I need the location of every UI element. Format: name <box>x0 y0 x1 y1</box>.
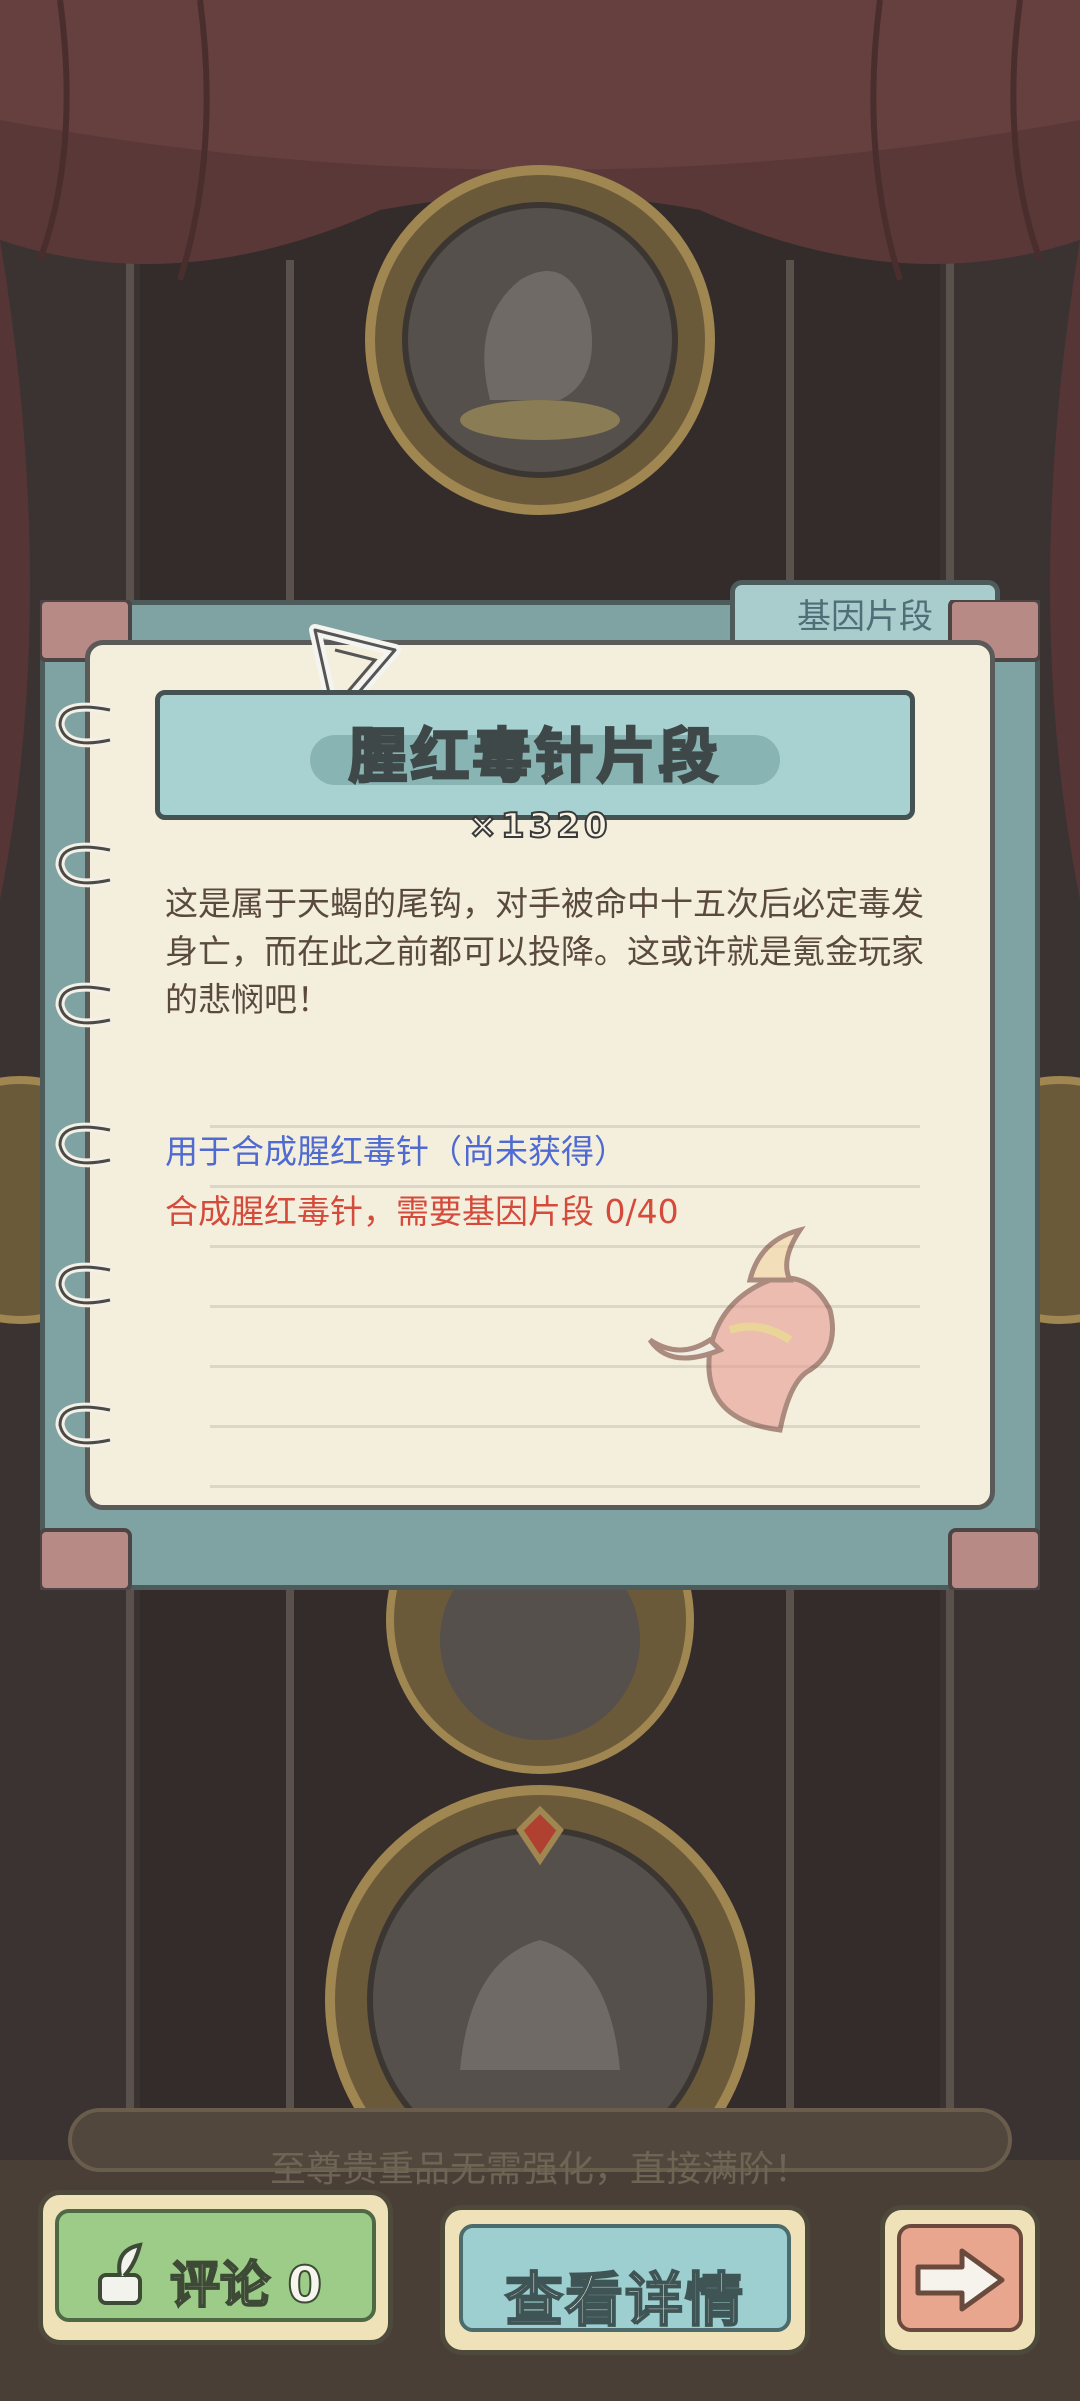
spiral-rings <box>55 702 111 1448</box>
gene-fragment-card: 基因片段 腥红毒针片段 ×1320 这是属于天蝎的尾钩，对手被命中十五次后必定毒… <box>40 580 1040 1590</box>
view-details-label: 查看详情 <box>504 2265 745 2335</box>
item-description: 这是属于天蝎的尾钩，对手被命中十五次后必定毒发身亡，而在此之前都可以投降。这或许… <box>165 884 924 1019</box>
stinger-icon <box>647 1226 835 1433</box>
arrow-right-icon <box>915 2248 1005 2312</box>
title-banner: 腥红毒针片段 <box>155 690 915 820</box>
requirement-text: 合成腥红毒针，需要基因片段 0/40 <box>165 1192 679 1231</box>
quill-icon <box>98 2242 143 2305</box>
item-count: ×1320 <box>467 805 612 847</box>
usage-text: 用于合成腥红毒针（尚未获得） <box>165 1132 627 1171</box>
comment-label: 评论 0 <box>169 2255 323 2315</box>
notice-text: 至尊贵重品无需强化，直接满阶！ <box>269 2149 810 2190</box>
item-title: 腥红毒针片段 <box>347 721 721 792</box>
